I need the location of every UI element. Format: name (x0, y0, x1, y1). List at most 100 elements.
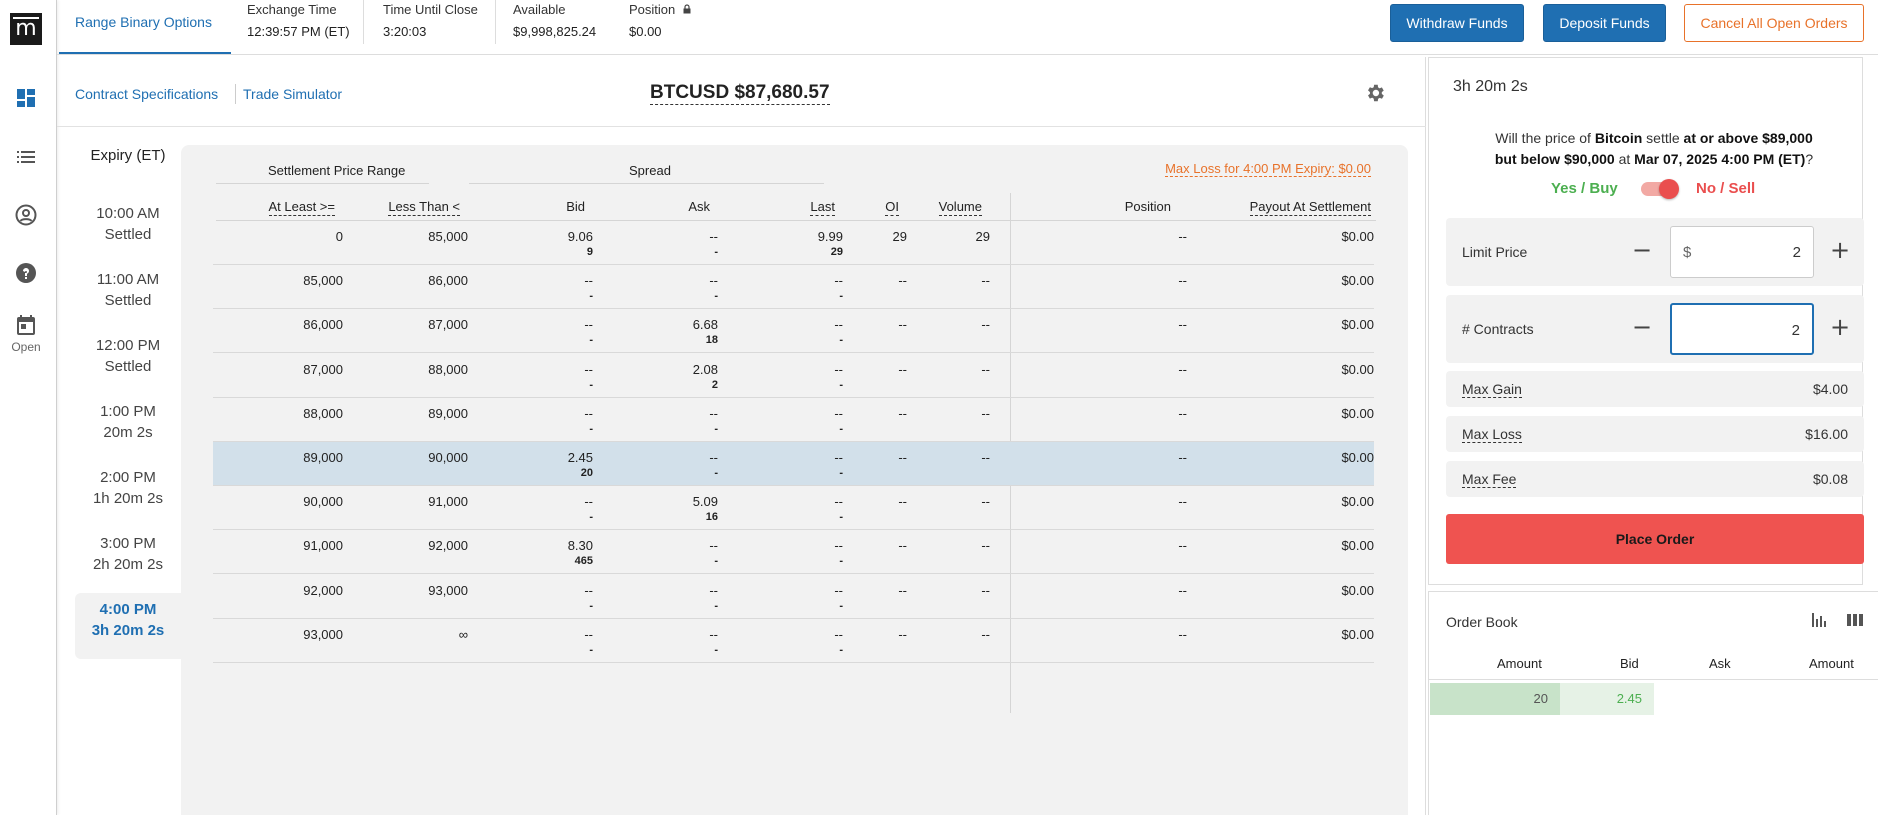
ask-cell[interactable]: -- (709, 229, 718, 244)
at-least-cell: 85,000 (303, 273, 343, 289)
less-than-cell: 90,000 (428, 450, 468, 465)
bid-cell[interactable]: -- (584, 317, 593, 332)
expiry-item[interactable]: 2:00 PM 1h 20m 2s (75, 461, 181, 527)
calendar-icon[interactable] (14, 313, 38, 337)
header-payout[interactable]: Payout At Settlement (1249, 199, 1371, 216)
payout-cell: $0.00 (1341, 450, 1374, 465)
header-volume[interactable]: Volume (938, 199, 982, 216)
ask-cell[interactable]: -- (709, 450, 718, 465)
divider (495, 0, 496, 44)
contract-row[interactable]: 92,000 93,000 -- -- -- -- -- -- $0.00- - - (213, 575, 1374, 619)
bid-cell[interactable]: -- (584, 494, 593, 509)
no-sell-label[interactable]: No / Sell (1696, 180, 1755, 197)
ask-quantity-cell: - (714, 290, 718, 303)
decrement-price-button[interactable]: − (1630, 236, 1654, 264)
contract-row[interactable]: 86,000 87,000 -- 6.68 -- -- -- -- $0.00 - 18 - (213, 309, 1374, 354)
expiry-item[interactable]: 11:00 AM Settled (75, 263, 181, 329)
contract-row[interactable]: 91,000 92,000 8.30 -- -- -- -- -- $0.00 465- - (213, 530, 1374, 575)
ask-quantity-cell: - (714, 422, 718, 435)
depth-chart-icon[interactable] (1810, 611, 1828, 629)
last-cell: -- (834, 361, 843, 377)
payout-cell: $0.00 (1341, 273, 1374, 289)
ask-cell[interactable]: 5.09 (693, 494, 718, 509)
columns-icon[interactable] (1846, 611, 1864, 629)
bid-cell[interactable]: 9.06 (568, 229, 593, 244)
limit-price-label: Limit Price (1462, 244, 1528, 260)
payout-cell: $0.00 (1341, 229, 1374, 244)
expiry-status: Settled (104, 226, 152, 243)
max-loss-row: Max Loss $16.00 (1446, 416, 1864, 452)
question-condition: at or above $89,000 (1683, 130, 1813, 146)
header-less-than[interactable]: Less Than < (388, 199, 460, 216)
ask-cell[interactable]: 6.68 (693, 317, 718, 332)
ask-cell[interactable]: -- (709, 583, 718, 598)
decrement-contracts-button[interactable]: − (1630, 313, 1654, 341)
increment-price-button[interactable]: + (1828, 236, 1852, 264)
expiry-item[interactable]: 12:00 PM Settled (75, 329, 181, 395)
ticker-price[interactable]: BTCUSD $87,680.57 (650, 82, 830, 105)
max-loss-label[interactable]: Max Loss (1462, 426, 1522, 443)
contract-row[interactable]: 88,000 89,000 -- -- -- -- -- -- $0.00- - - (213, 398, 1374, 442)
list-icon[interactable] (14, 145, 38, 169)
bid-cell[interactable]: -- (584, 273, 593, 288)
header-last[interactable]: Last (810, 199, 835, 216)
bid-cell[interactable]: -- (584, 627, 593, 642)
payout-cell: $0.00 (1341, 405, 1374, 421)
max-fee-label[interactable]: Max Fee (1462, 471, 1517, 488)
left-rail: m Open (0, 0, 57, 815)
ask-quantity-cell: - (714, 467, 718, 479)
ask-cell[interactable]: -- (709, 406, 718, 421)
contract-row[interactable]: 87,000 88,000 -- 2.08 -- -- -- -- $0.00 - 2 - (213, 354, 1374, 398)
bid-cell[interactable]: -- (584, 406, 593, 421)
ask-cell[interactable]: -- (709, 273, 718, 288)
increment-contracts-button[interactable]: + (1828, 313, 1852, 341)
cancel-all-orders-button[interactable]: Cancel All Open Orders (1684, 4, 1864, 42)
contract-row[interactable]: 0 85,000 9.06 -- 9.99 29 29 -- $0.00 9 - 29 (213, 221, 1374, 265)
header-oi[interactable]: OI (885, 199, 899, 216)
limit-price-input[interactable]: $ 2 (1670, 226, 1814, 278)
expiry-item[interactable]: 3:00 PM 2h 20m 2s (75, 527, 181, 593)
ask-cell[interactable]: -- (709, 538, 718, 553)
tab-range-binary-options[interactable]: Range Binary Options (59, 0, 231, 54)
position-cell: -- (1178, 405, 1187, 421)
at-least-cell: 93,000 (303, 626, 343, 642)
contract-row[interactable]: 93,000 ∞ -- -- -- -- -- -- $0.00- - - (213, 619, 1374, 663)
last-quantity-cell: - (839, 643, 843, 656)
contract-row[interactable]: 90,000 91,000 -- 5.09 -- -- -- -- $0.00 - 16 - (213, 486, 1374, 531)
expiry-item[interactable]: 1:00 PM 20m 2s (75, 395, 181, 461)
max-loss-expiry[interactable]: Max Loss for 4:00 PM Expiry: $0.00 (1165, 161, 1371, 177)
contract-row[interactable]: 89,000 90,000 2.45 -- -- -- -- -- $0.00 20- - (213, 442, 1374, 486)
bid-cell[interactable]: 2.45 (568, 450, 593, 465)
buy-sell-toggle[interactable] (1641, 179, 1679, 199)
contract-row[interactable]: 85,000 86,000 -- -- -- -- -- -- $0.00- - - (213, 265, 1374, 310)
place-order-button[interactable]: Place Order (1446, 514, 1864, 564)
dashboard-icon[interactable] (14, 86, 38, 110)
expiry-item-active[interactable]: 4:00 PM 3h 20m 2s (75, 593, 181, 659)
bid-cell[interactable]: -- (584, 362, 593, 377)
app-logo[interactable]: m (10, 13, 42, 45)
max-gain-label[interactable]: Max Gain (1462, 381, 1522, 398)
account-icon[interactable] (14, 203, 38, 227)
trade-simulator-link[interactable]: Trade Simulator (243, 86, 342, 102)
ask-cell[interactable]: 2.08 (693, 362, 718, 377)
ob-bid-price[interactable]: 2.45 (1560, 683, 1654, 715)
help-icon[interactable] (14, 261, 38, 285)
at-least-cell: 90,000 (303, 494, 343, 510)
divider (235, 84, 236, 104)
expiry-item[interactable]: 10:00 AM Settled (75, 197, 181, 263)
gear-icon[interactable] (1364, 82, 1386, 104)
ask-cell[interactable]: -- (709, 627, 718, 642)
deposit-funds-button[interactable]: Deposit Funds (1543, 4, 1666, 42)
bid-cell[interactable]: -- (584, 583, 593, 598)
contracts-input[interactable]: 2 (1670, 303, 1814, 355)
ob-bid-amount[interactable]: 20 (1430, 683, 1560, 715)
last-quantity-cell: - (839, 599, 843, 612)
expiry-status: 3h 20m 2s (91, 622, 165, 639)
bid-cell[interactable]: 8.30 (568, 538, 593, 553)
open-label[interactable]: Open (0, 340, 52, 354)
header-at-least[interactable]: At Least >= (268, 199, 335, 216)
limit-price-field: Limit Price − $ 2 + (1446, 218, 1864, 286)
contract-specifications-link[interactable]: Contract Specifications (75, 86, 218, 102)
yes-buy-label[interactable]: Yes / Buy (1551, 180, 1618, 197)
withdraw-funds-button[interactable]: Withdraw Funds (1390, 4, 1524, 42)
